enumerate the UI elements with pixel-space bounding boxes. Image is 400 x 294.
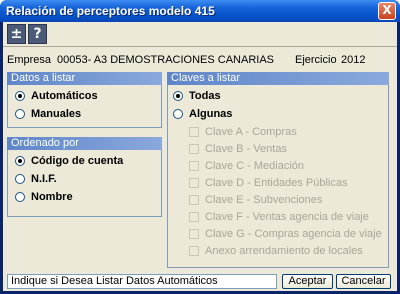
radio-nombre[interactable]: Nombre [15, 191, 73, 203]
check-clave-e-box[interactable] [189, 195, 199, 205]
check-clave-c-label: Clave C - Mediación [205, 160, 305, 172]
claves-title: Claves a listar [167, 72, 389, 85]
check-clave-e[interactable]: Clave E - Subvenciones [189, 194, 322, 206]
check-clave-d[interactable]: Clave D - Entidades Públicas [189, 177, 347, 189]
check-clave-g[interactable]: Clave G - Compras agencia de viaje [189, 228, 382, 240]
radio-nif-dot[interactable] [15, 174, 25, 184]
radio-nif-label: N.I.F. [31, 173, 57, 185]
radio-todas-dot[interactable] [173, 91, 183, 101]
radio-nombre-label: Nombre [31, 191, 73, 203]
empresa-label: Empresa [7, 54, 52, 66]
radio-codigo-cuenta-dot[interactable] [15, 156, 25, 166]
accept-button[interactable]: Aceptar [282, 274, 333, 289]
radio-todas-label: Todas [189, 90, 221, 102]
radio-automaticos-dot[interactable] [15, 91, 25, 101]
check-clave-e-label: Clave E - Subvenciones [205, 194, 323, 206]
check-anexo[interactable]: Anexo arrendamiento de locales [189, 245, 363, 257]
check-anexo-label: Anexo arrendamiento de locales [205, 245, 363, 257]
check-clave-g-label: Clave G - Compras agencia de viaje [205, 228, 382, 240]
check-clave-c[interactable]: Clave C - Mediación [189, 160, 304, 172]
radio-algunas[interactable]: Algunas [173, 108, 232, 120]
radio-algunas-dot[interactable] [173, 109, 183, 119]
check-clave-b-label: Clave B - Ventas [205, 143, 287, 155]
datos-title: Datos a listar [7, 72, 162, 85]
radio-manuales[interactable]: Manuales [15, 108, 81, 120]
check-clave-a[interactable]: Clave A - Compras [189, 126, 297, 138]
radio-codigo-cuenta[interactable]: Código de cuenta [15, 155, 123, 167]
check-clave-g-box[interactable] [189, 229, 199, 239]
radio-algunas-label: Algunas [189, 108, 233, 120]
check-anexo-box[interactable] [189, 246, 199, 256]
check-clave-a-box[interactable] [189, 127, 199, 137]
radio-manuales-label: Manuales [31, 108, 82, 120]
check-clave-f-label: Clave F - Ventas agencia de viaje [205, 211, 369, 223]
ejercicio-label: Ejercicio [295, 54, 337, 66]
cancel-button[interactable]: Cancelar [336, 274, 391, 289]
radio-todas[interactable]: Todas [173, 90, 221, 102]
radio-codigo-cuenta-label: Código de cuenta [31, 155, 124, 167]
check-clave-b-box[interactable] [189, 144, 199, 154]
plus-minus-icon[interactable]: ± [7, 24, 26, 44]
status-field: Indique si Desea Listar Datos Automático… [7, 274, 277, 289]
check-clave-d-box[interactable] [189, 178, 199, 188]
radio-manuales-dot[interactable] [15, 109, 25, 119]
empresa-value: 00053- A3 DEMOSTRACIONES CANARIAS [57, 54, 275, 66]
radio-automaticos-label: Automáticos [31, 90, 98, 102]
radio-nif[interactable]: N.I.F. [15, 173, 57, 185]
check-clave-a-label: Clave A - Compras [205, 126, 297, 138]
check-clave-f[interactable]: Clave F - Ventas agencia de viaje [189, 211, 369, 223]
check-clave-b[interactable]: Clave B - Ventas [189, 143, 287, 155]
help-icon[interactable]: ? [28, 24, 47, 44]
ordenado-title: Ordenado por [7, 137, 162, 150]
dialog-body: ± ? Empresa 00053- A3 DEMOSTRACIONES CAN… [3, 22, 397, 291]
window-title: Relación de perceptores modelo 415 [6, 4, 215, 18]
radio-automaticos[interactable]: Automáticos [15, 90, 98, 102]
dialog-window: Relación de perceptores modelo 415 X ± ?… [0, 0, 400, 294]
ejercicio-value: 2012 [341, 54, 366, 66]
check-clave-c-box[interactable] [189, 161, 199, 171]
toolbar: ± ? [3, 22, 397, 47]
close-button[interactable]: X [378, 2, 396, 20]
title-bar[interactable]: Relación de perceptores modelo 415 X [0, 0, 400, 22]
radio-nombre-dot[interactable] [15, 192, 25, 202]
check-clave-d-label: Clave D - Entidades Públicas [205, 177, 348, 189]
check-clave-f-box[interactable] [189, 212, 199, 222]
